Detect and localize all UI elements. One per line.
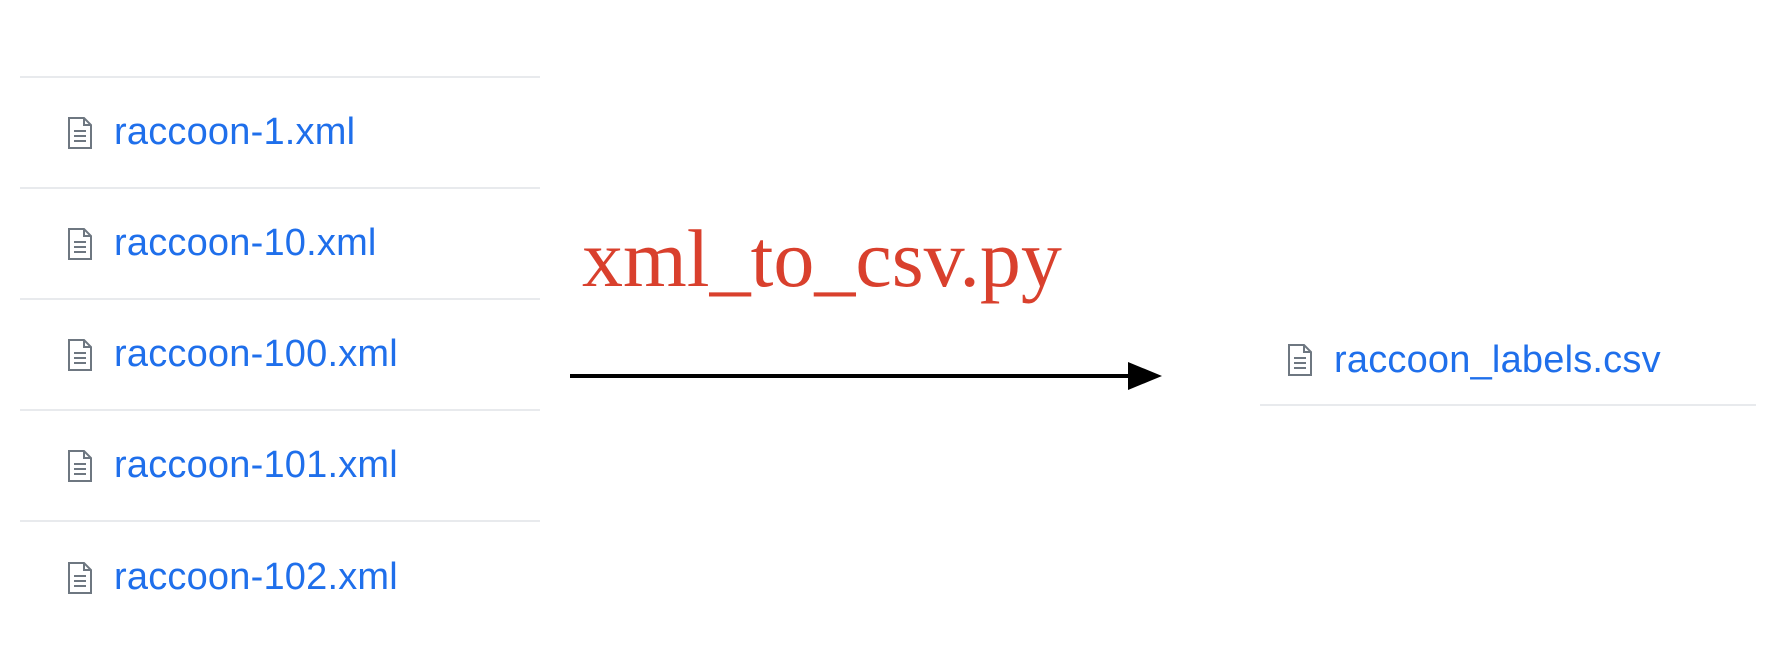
file-link[interactable]: raccoon-10.xml bbox=[114, 222, 377, 265]
file-row[interactable]: raccoon-1.xml bbox=[20, 78, 540, 189]
script-label: xml_to_csv.py bbox=[582, 213, 1062, 304]
file-icon bbox=[66, 338, 94, 372]
file-icon bbox=[66, 449, 94, 483]
file-link[interactable]: raccoon-100.xml bbox=[114, 333, 398, 376]
output-file-link[interactable]: raccoon_labels.csv bbox=[1334, 339, 1661, 382]
file-row[interactable]: raccoon-101.xml bbox=[20, 411, 540, 522]
file-link[interactable]: raccoon-102.xml bbox=[114, 556, 398, 599]
file-link[interactable]: raccoon-101.xml bbox=[114, 444, 398, 487]
file-row[interactable]: raccoon-102.xml bbox=[20, 522, 540, 633]
file-icon bbox=[1286, 343, 1314, 377]
file-link[interactable]: raccoon-1.xml bbox=[114, 111, 355, 154]
output-file-row[interactable]: raccoon_labels.csv bbox=[1260, 316, 1756, 406]
file-icon bbox=[66, 227, 94, 261]
input-file-list: raccoon-1.xml raccoon-10.xml raccoon-100… bbox=[20, 76, 540, 633]
file-row[interactable]: raccoon-100.xml bbox=[20, 300, 540, 411]
file-icon bbox=[66, 116, 94, 150]
file-icon bbox=[66, 561, 94, 595]
file-row[interactable]: raccoon-10.xml bbox=[20, 189, 540, 300]
conversion-arrow bbox=[570, 362, 1162, 390]
